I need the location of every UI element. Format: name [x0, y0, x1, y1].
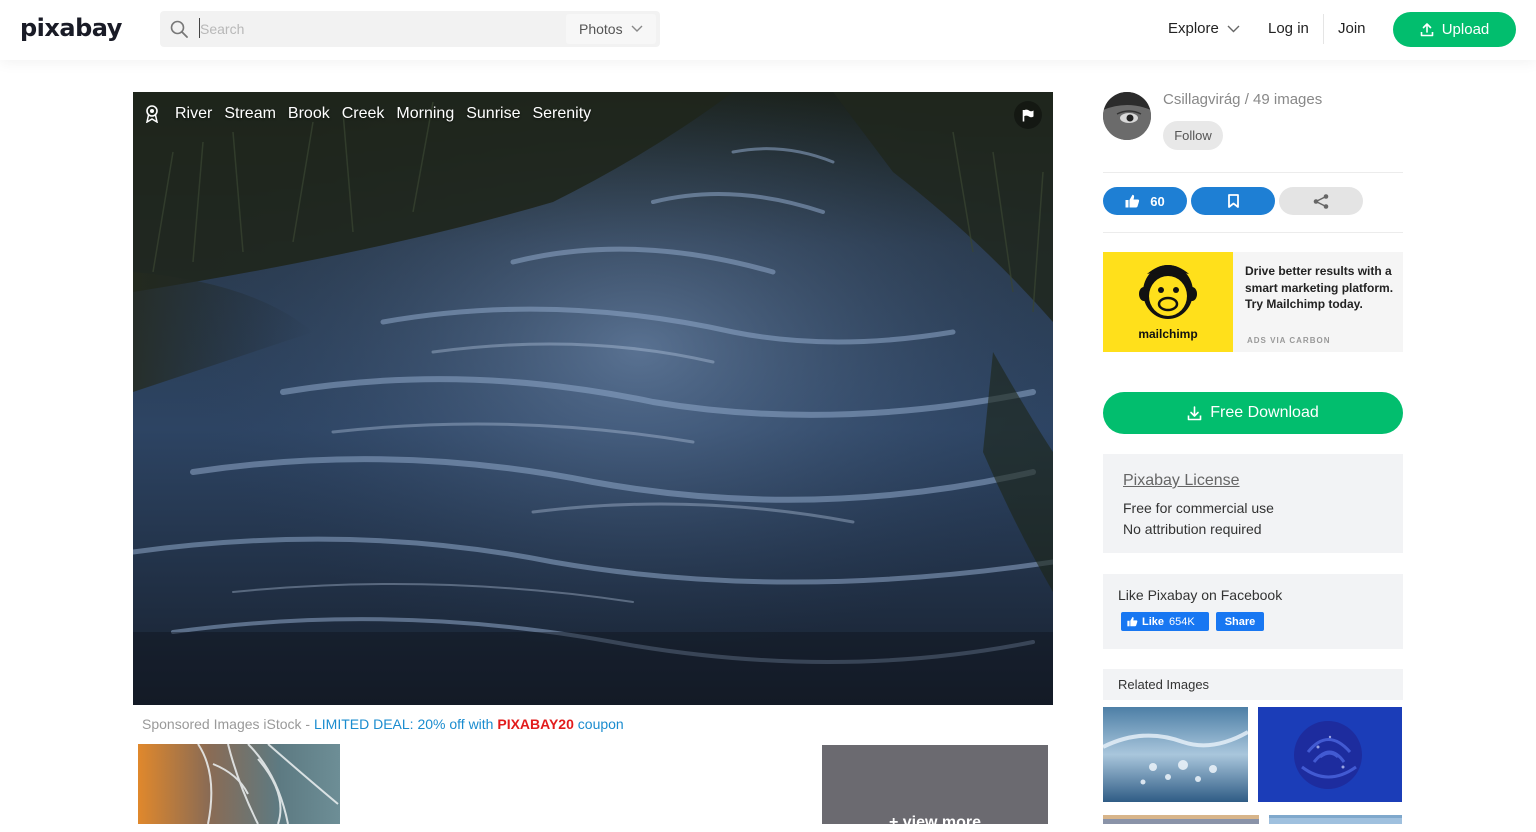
award-icon [145, 103, 165, 125]
search-input[interactable] [198, 11, 566, 47]
deal-text[interactable]: LIMITED DEAL: 20% off with [314, 716, 497, 732]
chevron-down-icon [1227, 25, 1240, 32]
main-photo[interactable]: River Stream Brook Creek Morning Sunrise… [133, 92, 1053, 705]
facebook-title: Like Pixabay on Facebook [1118, 587, 1283, 603]
free-download-label: Free Download [1210, 404, 1319, 421]
report-button[interactable] [1014, 101, 1042, 129]
pixabay-logo[interactable]: pixabay [20, 14, 122, 42]
share-icon [1313, 193, 1329, 209]
chevron-down-icon [631, 25, 643, 32]
like-button[interactable]: 60 [1103, 187, 1187, 215]
ad-text[interactable]: Drive better results with a smart market… [1245, 263, 1397, 313]
license-link[interactable]: Pixabay License [1123, 472, 1240, 490]
author-name[interactable]: Csillagvirág / 49 images [1163, 91, 1322, 108]
photo-tags: River Stream Brook Creek Morning Sunrise… [145, 103, 603, 125]
tag-morning[interactable]: Morning [396, 105, 454, 123]
related-image-sky[interactable] [1269, 813, 1402, 824]
tag-river[interactable]: River [175, 105, 212, 123]
tag-serenity[interactable]: Serenity [532, 105, 591, 123]
author-avatar[interactable] [1103, 92, 1151, 140]
share-button[interactable] [1279, 187, 1363, 215]
tag-stream[interactable]: Stream [224, 105, 276, 123]
facebook-like-button[interactable]: Like 654K [1121, 612, 1209, 631]
text-cursor [199, 18, 200, 38]
facebook-box: Like Pixabay on Facebook Like 654K Share [1103, 574, 1403, 649]
divider [1103, 172, 1403, 173]
license-commercial: Free for commercial use [1123, 500, 1274, 516]
nav-explore-label: Explore [1168, 20, 1219, 37]
mailchimp-logo[interactable]: mailchimp [1103, 252, 1233, 352]
license-attribution: No attribution required [1123, 521, 1262, 537]
tag-brook[interactable]: Brook [288, 105, 330, 123]
nav-explore[interactable]: Explore [1168, 20, 1240, 37]
coupon-code[interactable]: PIXABAY20 [497, 716, 574, 732]
license-box: Pixabay License Free for commercial use … [1103, 454, 1403, 553]
facebook-share-button[interactable]: Share [1216, 612, 1264, 631]
nav-divider [1323, 14, 1324, 44]
upload-label: Upload [1441, 21, 1490, 38]
divider [1103, 232, 1403, 233]
related-image-water-splash[interactable] [1103, 707, 1248, 802]
view-more-label: + view more [888, 814, 982, 831]
bookmark-icon [1227, 194, 1239, 208]
thumbs-up-icon [1125, 194, 1140, 208]
river-photo-image [133, 92, 1053, 705]
nav-login[interactable]: Log in [1268, 20, 1309, 37]
download-icon [1187, 405, 1202, 420]
related-image-blue-rose[interactable] [1258, 707, 1402, 802]
facebook-like-count: 654K [1169, 615, 1195, 628]
nav-join[interactable]: Join [1338, 20, 1366, 37]
sponsored-image-aerial[interactable] [138, 744, 340, 824]
search-bar: Photos [160, 11, 660, 47]
free-download-button[interactable]: Free Download [1103, 392, 1403, 434]
view-more-button[interactable]: + view more [822, 745, 1048, 831]
ad-via[interactable]: ADS VIA CARBON [1247, 336, 1330, 345]
coupon-suffix[interactable]: coupon [574, 716, 624, 732]
bookmark-button[interactable] [1191, 187, 1275, 215]
related-images-header: Related Images [1103, 669, 1403, 700]
follow-button[interactable]: Follow [1163, 121, 1223, 150]
flag-icon [1022, 109, 1034, 121]
search-type-label: Photos [579, 21, 623, 37]
upload-icon [1420, 22, 1434, 36]
search-type-dropdown[interactable]: Photos [566, 14, 656, 44]
related-images-title: Related Images [1118, 677, 1210, 692]
thumbs-up-icon [1127, 616, 1138, 627]
tag-creek[interactable]: Creek [342, 105, 385, 123]
ad-brand: mailchimp [1138, 327, 1198, 341]
related-image-sunset[interactable] [1103, 813, 1259, 824]
sponsored-line: Sponsored Images iStock - LIMITED DEAL: … [142, 716, 624, 732]
tag-sunrise[interactable]: Sunrise [466, 105, 520, 123]
top-bar: pixabay Photos Explore Log in Join Uploa… [0, 0, 1536, 60]
carbon-ad[interactable]: mailchimp Drive better results with a sm… [1103, 252, 1403, 352]
upload-button[interactable]: Upload [1393, 12, 1516, 47]
search-icon[interactable] [170, 20, 188, 38]
like-count: 60 [1150, 193, 1165, 209]
facebook-like-label: Like [1142, 615, 1165, 628]
sponsored-prefix[interactable]: Sponsored Images iStock - [142, 716, 314, 732]
